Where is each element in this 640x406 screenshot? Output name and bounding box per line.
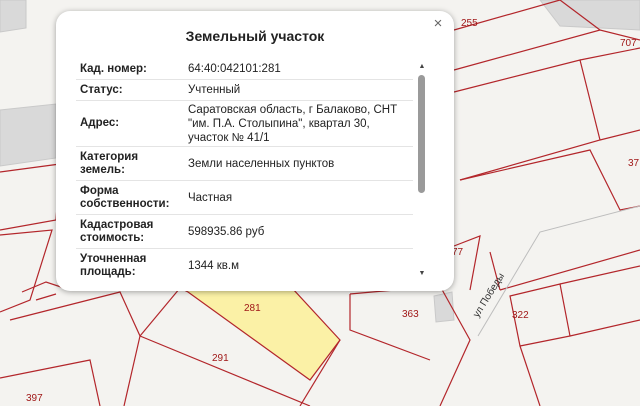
info-value: 1344 кв.м xyxy=(188,259,240,272)
info-value: Земли населенных пунктов xyxy=(188,157,335,170)
info-label: Кад. номер: xyxy=(80,62,147,75)
scroll-thumb[interactable] xyxy=(418,75,425,193)
info-row-area: Уточненная площадь: 1344 кв.м xyxy=(76,249,413,282)
info-value: Частная xyxy=(188,191,233,204)
parcel-label: 397 xyxy=(26,393,43,404)
info-row-cadastral-value: Кадастровая стоимость: 598935.86 руб xyxy=(76,215,413,249)
parcel-label: 707 xyxy=(620,38,637,49)
parcel-label: 37 xyxy=(628,158,640,169)
info-value: Саратовская область, г Балаково, СНТ "им… xyxy=(188,103,398,144)
parcel-info-popup: Земельный участок × Кад. номер: 64:40:04… xyxy=(56,11,454,291)
info-label: Кадастровая стоимость: xyxy=(80,218,154,244)
building xyxy=(0,0,27,33)
info-value: Учтенный xyxy=(188,84,241,96)
building xyxy=(0,103,57,167)
info-label: Статус: xyxy=(80,83,123,96)
scroll-down-arrow-icon[interactable]: ▼ xyxy=(417,270,427,277)
parcel-label: 363 xyxy=(402,309,419,320)
info-value: 598935.86 руб xyxy=(188,225,265,238)
info-label: Категория земель: xyxy=(80,150,139,176)
close-icon[interactable]: × xyxy=(430,16,446,32)
parcel-label: 281 xyxy=(244,303,261,314)
info-row-land-category: Категория земель: Земли населенных пункт… xyxy=(76,147,413,181)
info-row-cadastral-number: Кад. номер: 64:40:042101:281 xyxy=(76,59,413,80)
info-label: Уточненная площадь: xyxy=(80,252,147,278)
info-table: Кад. номер: 64:40:042101:281 Статус: Учт… xyxy=(76,59,413,285)
parcel-label: 322 xyxy=(512,310,529,321)
parcel-label: 255 xyxy=(461,18,478,29)
info-label: Форма собственности: xyxy=(80,184,170,210)
parcel-label: 291 xyxy=(212,353,229,364)
popup-title: Земельный участок xyxy=(185,28,325,44)
popup-scrollbar[interactable]: ▲ ▼ xyxy=(415,63,429,277)
info-row-status: Статус: Учтенный xyxy=(76,80,413,101)
info-row-address: Адрес: Саратовская область, г Балаково, … xyxy=(76,101,413,147)
info-value: 64:40:042101:281 xyxy=(188,63,281,75)
info-row-ownership: Форма собственности: Частная xyxy=(76,181,413,215)
info-label: Адрес: xyxy=(80,117,120,129)
scroll-up-arrow-icon[interactable]: ▲ xyxy=(417,63,427,70)
